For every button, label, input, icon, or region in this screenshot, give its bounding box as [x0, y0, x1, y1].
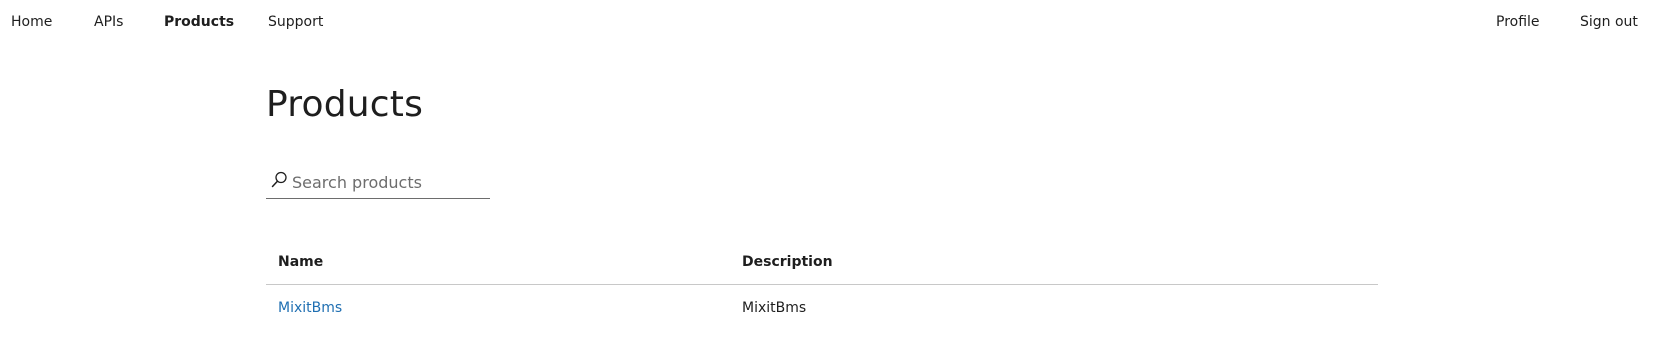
- search-icon: [270, 170, 290, 190]
- table-header: Name Description: [266, 244, 1378, 285]
- nav-apis-link[interactable]: APIs: [94, 13, 123, 31]
- product-description: MixitBms: [742, 300, 807, 316]
- search-input[interactable]: [292, 168, 486, 196]
- product-name-link[interactable]: MixitBms: [278, 299, 342, 317]
- search-box: [266, 168, 490, 199]
- page-title: Products: [266, 84, 424, 125]
- products-table: Name Description MixitBms MixitBms: [266, 244, 1378, 331]
- nav-products-link[interactable]: Products: [164, 13, 234, 31]
- column-header-description: Description: [742, 254, 833, 270]
- column-header-name[interactable]: Name: [278, 253, 323, 271]
- top-navigation: Home APIs Products Support Profile Sign …: [0, 0, 1656, 44]
- nav-sign-out-link[interactable]: Sign out: [1580, 13, 1638, 31]
- nav-home-link[interactable]: Home: [11, 13, 52, 31]
- nav-profile-link[interactable]: Profile: [1496, 13, 1540, 31]
- table-row: MixitBms MixitBms: [266, 285, 1378, 331]
- nav-support-link[interactable]: Support: [268, 13, 323, 31]
